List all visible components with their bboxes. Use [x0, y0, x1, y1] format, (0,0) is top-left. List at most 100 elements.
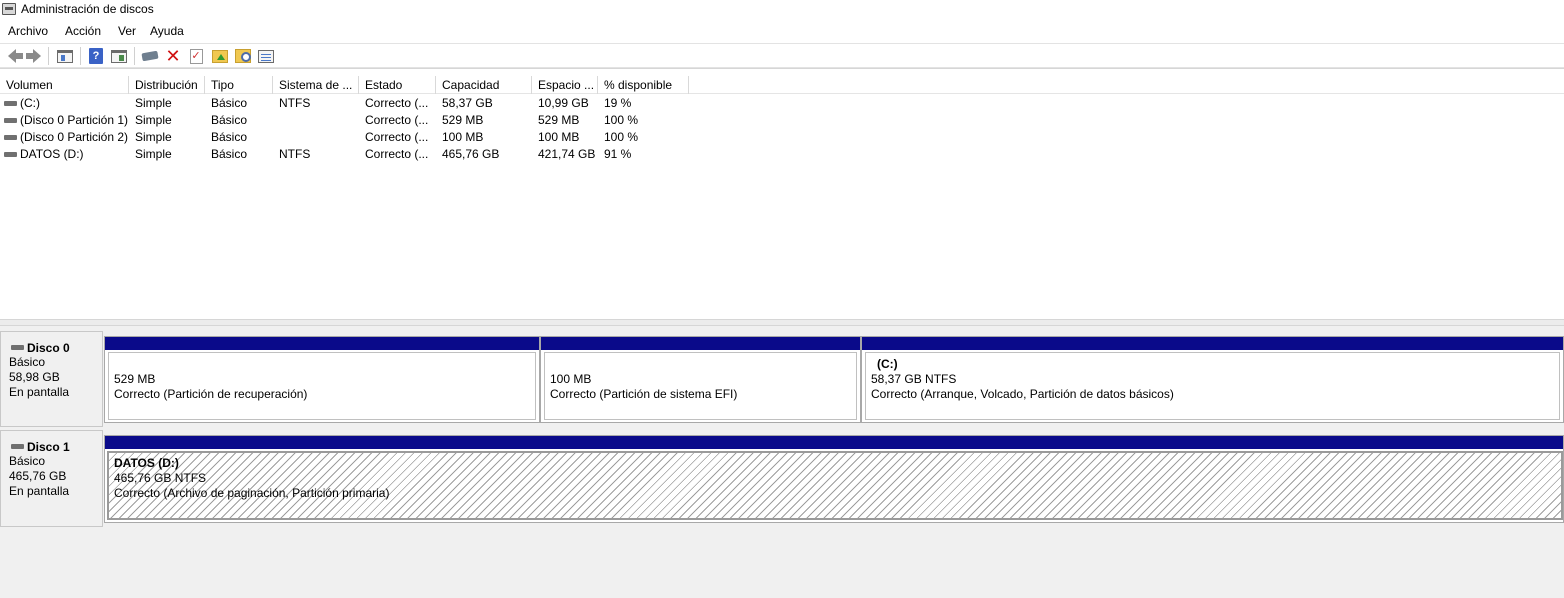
console-pane-icon	[57, 49, 73, 63]
cell-tipo: Básico	[211, 96, 248, 110]
back-button[interactable]	[3, 48, 23, 64]
disk-1-name: Disco 1	[9, 440, 102, 454]
partition-bar	[105, 337, 539, 350]
toolbar-separator	[134, 47, 135, 65]
volume-icon	[4, 118, 17, 123]
cell-disponible: 19 %	[604, 96, 632, 110]
action-pane-button[interactable]	[110, 48, 128, 64]
partition-body: 100 MB Correcto (Partición de sistema EF…	[544, 352, 857, 420]
cell-distribucion: Simple	[135, 147, 172, 161]
table-row[interactable]: DATOS (D:) Simple Básico NTFS Correcto (…	[0, 146, 1564, 163]
disk-0-label[interactable]: Disco 0 Básico 58,98 GB En pantalla	[0, 331, 103, 427]
delete-button[interactable]: ✕	[164, 46, 182, 66]
volume-icon	[4, 135, 17, 140]
cell-espacio: 421,74 GB	[538, 147, 596, 161]
partition-body: 529 MB Correcto (Partición de recuperaci…	[108, 352, 536, 420]
partition-c[interactable]: (C:) 58,37 GB NTFS Correcto (Arranque, V…	[861, 336, 1564, 423]
partition-datos[interactable]: DATOS (D:) 465,76 GB NTFS Correcto (Arch…	[104, 435, 1564, 523]
partition-bar	[862, 337, 1563, 350]
partition-efi[interactable]: 100 MB Correcto (Partición de sistema EF…	[540, 336, 861, 423]
cell-capacidad: 465,76 GB	[442, 147, 500, 161]
help-button[interactable]: ?	[87, 48, 105, 64]
partition-size: 529 MB	[114, 372, 156, 386]
disk-map: Disco 0 Básico 58,98 GB En pantalla 529 …	[0, 326, 1564, 598]
column-header-tipo[interactable]: Tipo	[205, 76, 273, 94]
check-button[interactable]: ✓	[187, 48, 205, 64]
find-button[interactable]	[234, 48, 252, 64]
column-header-estado[interactable]: Estado	[359, 76, 436, 94]
volume-icon	[4, 101, 17, 106]
menu-ayuda[interactable]: Ayuda	[150, 24, 184, 38]
cell-espacio: 529 MB	[538, 113, 580, 127]
partition-size: 100 MB	[550, 372, 592, 386]
disk-1-status: En pantalla	[9, 484, 70, 498]
help-icon: ?	[89, 48, 103, 64]
menu-accion[interactable]: Acción	[65, 24, 101, 38]
table-row[interactable]: (Disco 0 Partición 2) Simple Básico Corr…	[0, 129, 1564, 146]
volume-icon	[4, 152, 17, 157]
forward-button[interactable]	[24, 48, 42, 64]
cell-espacio: 10,99 GB	[538, 96, 589, 110]
cell-distribucion: Simple	[135, 130, 172, 144]
cell-disponible: 100 %	[604, 130, 639, 144]
delete-icon: ✕	[165, 46, 181, 66]
disk-0-status: En pantalla	[9, 385, 70, 399]
volume-list: Volumen Distribución Tipo Sistema de ...…	[0, 68, 1564, 318]
column-header-volumen[interactable]: Volumen	[0, 76, 129, 94]
partition-body: DATOS (D:) 465,76 GB NTFS Correcto (Arch…	[107, 451, 1563, 520]
partition-title	[114, 357, 530, 372]
cell-disponible: 100 %	[604, 113, 639, 127]
title-bar: Administración de discos	[0, 0, 1564, 20]
menu-archivo[interactable]: Archivo	[8, 24, 48, 38]
folder-up-icon	[212, 49, 228, 63]
column-header-disponible[interactable]: % disponible	[598, 76, 689, 94]
properties-button[interactable]	[257, 48, 275, 64]
partition-status: Correcto (Partición de sistema EFI)	[550, 387, 738, 401]
column-header-espacio[interactable]: Espacio ...	[532, 76, 598, 94]
cell-sistema: NTFS	[279, 96, 311, 110]
cell-capacidad: 100 MB	[442, 130, 484, 144]
cell-distribucion: Simple	[135, 113, 172, 127]
partition-status: Correcto (Arranque, Volcado, Partición d…	[871, 387, 1174, 401]
disk-1-label[interactable]: Disco 1 Básico 465,76 GB En pantalla	[0, 430, 103, 527]
disk-1-size: 465,76 GB	[9, 469, 67, 483]
partition-bar	[105, 436, 1563, 449]
column-header-capacidad[interactable]: Capacidad	[436, 76, 532, 94]
partition-status: Correcto (Partición de recuperación)	[114, 387, 308, 401]
cell-capacidad: 58,37 GB	[442, 96, 493, 110]
back-icon	[8, 49, 23, 63]
partition-recovery[interactable]: 529 MB Correcto (Partición de recuperaci…	[104, 336, 540, 423]
partition-title: (C:)	[877, 357, 898, 371]
cell-tipo: Básico	[211, 130, 248, 144]
column-header-distribucion[interactable]: Distribución	[129, 76, 205, 94]
connect-disk-icon	[141, 50, 159, 62]
table-row[interactable]: (C:) Simple Básico NTFS Correcto (... 58…	[0, 95, 1564, 112]
cell-espacio: 100 MB	[538, 130, 580, 144]
disk-0-type: Básico	[9, 355, 46, 369]
partition-title: DATOS (D:)	[114, 456, 179, 470]
partition-body: (C:) 58,37 GB NTFS Correcto (Arranque, V…	[865, 352, 1560, 420]
menu-ver[interactable]: Ver	[118, 24, 136, 38]
find-icon	[235, 49, 251, 63]
window-title: Administración de discos	[21, 2, 154, 16]
partition-status: Correcto (Archivo de paginación, Partici…	[114, 486, 390, 500]
cell-disponible: 91 %	[604, 147, 632, 161]
disk-0-size: 58,98 GB	[9, 370, 60, 384]
connect-disk-button[interactable]	[141, 48, 159, 64]
table-row[interactable]: (Disco 0 Partición 1) Simple Básico Corr…	[0, 112, 1564, 129]
toolbar-separator	[80, 47, 81, 65]
cell-volumen: (C:)	[20, 96, 40, 110]
toolbar-separator	[48, 47, 49, 65]
cell-estado: Correcto (...	[365, 113, 429, 127]
action-pane-icon	[111, 49, 127, 63]
volume-list-header: Volumen Distribución Tipo Sistema de ...…	[0, 76, 1564, 94]
properties-icon	[258, 49, 274, 63]
cell-capacidad: 529 MB	[442, 113, 484, 127]
console-pane-button[interactable]	[56, 48, 74, 64]
pane-splitter[interactable]	[0, 319, 1564, 326]
cell-distribucion: Simple	[135, 96, 172, 110]
cell-estado: Correcto (...	[365, 147, 429, 161]
cell-volumen: DATOS (D:)	[20, 147, 84, 161]
folder-up-button[interactable]	[211, 48, 229, 64]
column-header-sistema[interactable]: Sistema de ...	[273, 76, 359, 94]
